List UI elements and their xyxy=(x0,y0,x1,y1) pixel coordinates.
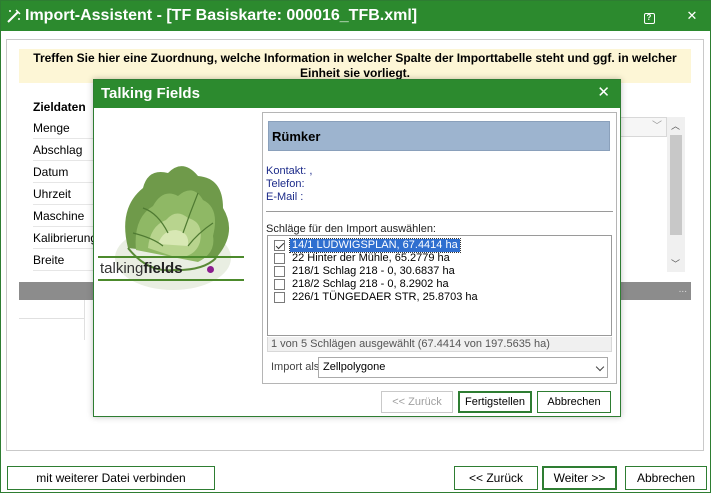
next-button[interactable]: Weiter >> xyxy=(542,466,617,490)
dialog-cancel-button[interactable]: Abbrechen xyxy=(537,391,611,413)
table-row[interactable]: Uhrzeit xyxy=(33,183,95,205)
field-checkbox[interactable] xyxy=(274,253,285,264)
scroll-up-icon[interactable]: ︿ xyxy=(671,119,680,132)
farm-name-header: Rümker xyxy=(268,121,610,151)
connect-file-button[interactable]: mit weiterer Datei verbinden xyxy=(7,466,215,490)
help-button[interactable]: ? xyxy=(638,5,660,27)
chevron-down-icon xyxy=(595,362,605,372)
field-checkbox[interactable] xyxy=(274,279,285,290)
field-checkbox[interactable] xyxy=(274,240,285,251)
mapping-dropdown[interactable]: ﹀ xyxy=(613,117,667,137)
table-row[interactable]: Menge xyxy=(33,117,95,139)
scrollbar-thumb[interactable] xyxy=(670,135,682,235)
logo-dot-icon xyxy=(207,266,214,273)
import-as-label: Import als xyxy=(271,361,320,373)
table-scrollbar[interactable]: ︿ ﹀ xyxy=(667,117,685,272)
field-selection-panel: Rümker Kontakt: , Telefon: E-Mail : Schl… xyxy=(262,112,617,384)
contact-label: Kontakt: , xyxy=(266,165,313,177)
scroll-down-icon[interactable]: ﹀ xyxy=(671,257,680,270)
divider xyxy=(266,211,613,212)
list-item[interactable]: 226/1 TÜNGEDAER STR, 25.8703 ha xyxy=(270,291,609,304)
selection-status: 1 von 5 Schlägen ausgewählt (67.4414 von… xyxy=(267,337,612,352)
logo-wordmark: talkingfields xyxy=(100,260,183,277)
list-item[interactable]: 218/2 Schlag 218 - 0, 8.2902 ha xyxy=(270,278,609,291)
app-wand-icon xyxy=(7,9,21,23)
help-icon: ? xyxy=(643,13,655,24)
lettuce-logo-image xyxy=(115,166,231,290)
field-label: 218/2 Schlag 218 - 0, 8.2902 ha xyxy=(292,278,449,290)
select-fields-label: Schläge für den Import auswählen: xyxy=(266,223,436,235)
dialog-title-bar: Talking Fields ✕ xyxy=(94,80,620,108)
list-item[interactable]: 218/1 Schlag 218 - 0, 30.6837 ha xyxy=(270,265,609,278)
chevron-down-icon: ﹀ xyxy=(652,121,662,132)
target-data-header: Zieldaten xyxy=(33,100,86,114)
field-label: 14/1 LUDWIGSPLAN, 67.4414 ha xyxy=(289,238,461,253)
close-icon: ✕ xyxy=(686,8,698,23)
info-banner: Treffen Sie hier eine Zuordnung, welche … xyxy=(19,49,691,83)
phone-label: Telefon: xyxy=(266,178,305,190)
table-row[interactable]: Maschine xyxy=(33,205,95,227)
lower-table-area xyxy=(19,300,85,340)
logo-word-talking: talking xyxy=(100,260,144,277)
more-icon: ... xyxy=(678,284,687,295)
divider xyxy=(19,318,85,319)
field-checkbox[interactable] xyxy=(274,266,285,277)
back-button[interactable]: << Zurück xyxy=(454,466,538,490)
import-as-value: Zellpolygone xyxy=(323,361,386,373)
dialog-back-button[interactable]: << Zurück xyxy=(381,391,453,413)
import-assistant-window: Import-Assistent - [TF Basiskarte: 00001… xyxy=(0,0,711,493)
field-checkbox[interactable] xyxy=(274,292,285,303)
list-item[interactable]: 22 Hinter der Mühle, 65.2779 ha xyxy=(270,252,609,265)
finish-button[interactable]: Fertigstellen xyxy=(458,391,532,413)
field-label: 218/1 Schlag 218 - 0, 30.6837 ha xyxy=(292,265,455,277)
close-icon: ✕ xyxy=(597,84,610,101)
fields-checklist[interactable]: 14/1 LUDWIGSPLAN, 67.4414 ha 22 Hinter d… xyxy=(267,235,612,336)
logo-word-fields: fields xyxy=(143,260,183,277)
import-as-select[interactable]: Zellpolygone xyxy=(318,357,608,378)
field-label: 226/1 TÜNGEDAER STR, 25.8703 ha xyxy=(292,291,478,303)
table-row[interactable]: Breite xyxy=(33,249,95,271)
window-title: Import-Assistent - [TF Basiskarte: 00001… xyxy=(25,7,418,24)
title-bar: Import-Assistent - [TF Basiskarte: 00001… xyxy=(1,1,710,31)
dialog-close-button[interactable]: ✕ xyxy=(597,83,610,101)
field-label: 22 Hinter der Mühle, 65.2779 ha xyxy=(292,252,450,264)
dialog-title: Talking Fields xyxy=(101,85,200,102)
talking-fields-dialog: Talking Fields ✕ talkingfields Rümker Ko… xyxy=(93,79,621,417)
cancel-button[interactable]: Abbrechen xyxy=(625,466,707,490)
table-row[interactable]: Kalibrierung xyxy=(33,227,97,249)
list-item[interactable]: 14/1 LUDWIGSPLAN, 67.4414 ha xyxy=(270,238,609,253)
table-row[interactable]: Datum xyxy=(33,161,95,183)
email-label: E-Mail : xyxy=(266,191,304,203)
close-window-button[interactable]: ✕ xyxy=(681,5,703,27)
table-row[interactable]: Abschlag xyxy=(33,139,95,161)
logo-line xyxy=(98,279,244,281)
logo-line xyxy=(98,256,244,258)
